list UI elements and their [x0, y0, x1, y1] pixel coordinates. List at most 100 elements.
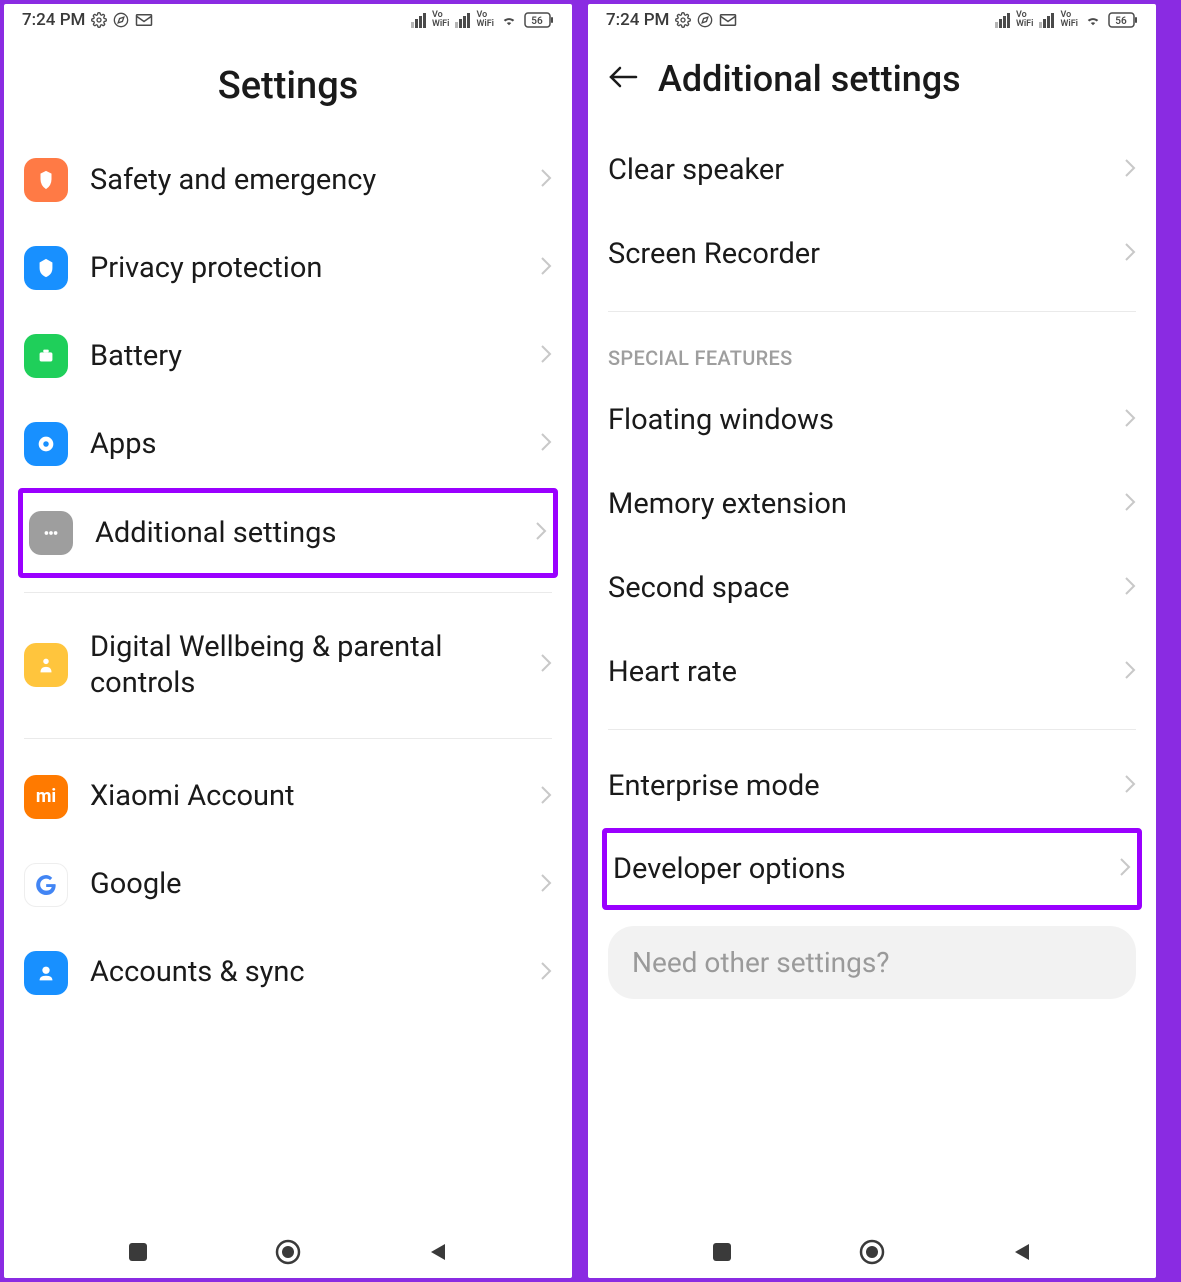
highlight-box: Additional settings [18, 488, 558, 578]
item-label: Xiaomi Account [90, 778, 532, 814]
chevron-right-icon [1124, 774, 1136, 798]
chevron-right-icon [535, 521, 547, 545]
signal-icon [1039, 13, 1054, 28]
chevron-right-icon [540, 168, 552, 192]
settings-item-safety[interactable]: Safety and emergency [24, 136, 552, 224]
chevron-right-icon [540, 256, 552, 280]
google-icon [24, 863, 68, 907]
item-label: Google [90, 866, 532, 902]
chevron-right-icon [1124, 492, 1136, 516]
phone-right: 7:24 PM VoWiFi VoWiFi 56 Additional sett… [588, 4, 1156, 1278]
vowifi-icon: VoWiFi [1060, 11, 1078, 29]
svg-text:56: 56 [1115, 16, 1127, 27]
signal-icon [995, 13, 1010, 28]
battery-icon: 56 [1108, 12, 1138, 28]
divider [608, 311, 1136, 312]
nav-back[interactable] [1011, 1241, 1033, 1263]
item-second-space[interactable]: Second space [608, 546, 1136, 630]
vowifi-icon: VoWiFi [476, 11, 494, 29]
item-label: Battery [90, 338, 532, 374]
privacy-icon [24, 246, 68, 290]
settings-item-additional[interactable]: Additional settings [25, 493, 551, 573]
chevron-right-icon [540, 432, 552, 456]
status-bar: 7:24 PM VoWiFi VoWiFi 56 [4, 4, 572, 34]
battery-icon: 56 [524, 12, 554, 28]
status-bar: 7:24 PM VoWiFi VoWiFi 56 [588, 4, 1156, 34]
item-label: Accounts & sync [90, 954, 532, 990]
vowifi-icon: VoWiFi [432, 11, 450, 29]
chevron-right-icon [540, 785, 552, 809]
chevron-right-icon [1119, 857, 1131, 881]
battery-setting-icon [24, 334, 68, 378]
back-button[interactable] [608, 65, 638, 93]
chevron-right-icon [540, 344, 552, 368]
chevron-right-icon [1124, 408, 1136, 432]
nav-recents[interactable] [127, 1241, 149, 1263]
nav-home[interactable] [858, 1238, 886, 1266]
item-enterprise-mode[interactable]: Enterprise mode [608, 744, 1136, 828]
item-label: Additional settings [95, 515, 527, 551]
xiaomi-icon: mi [24, 775, 68, 819]
wellbeing-icon [24, 643, 68, 687]
chevron-right-icon [1124, 660, 1136, 684]
item-label: Floating windows [608, 402, 1116, 438]
wifi-icon [1084, 13, 1102, 27]
highlight-box: Developer options [602, 828, 1142, 910]
settings-item-xiaomi[interactable]: mi Xiaomi Account [24, 753, 552, 841]
item-label: Privacy protection [90, 250, 532, 286]
page-title: Settings [24, 34, 552, 136]
chevron-right-icon [1124, 576, 1136, 600]
status-time: 7:24 PM [22, 10, 85, 30]
chevron-right-icon [540, 961, 552, 985]
wifi-icon [500, 13, 518, 27]
accounts-icon [24, 951, 68, 995]
gear-icon [91, 12, 107, 28]
gear-icon [675, 12, 691, 28]
chevron-right-icon [1124, 158, 1136, 182]
chevron-right-icon [540, 653, 552, 677]
item-developer-options[interactable]: Developer options [609, 833, 1135, 905]
divider [24, 592, 552, 593]
nav-back[interactable] [427, 1241, 449, 1263]
settings-item-google[interactable]: Google [24, 841, 552, 929]
nav-recents[interactable] [711, 1241, 733, 1263]
item-label: Safety and emergency [90, 162, 532, 198]
chevron-right-icon [1124, 242, 1136, 266]
item-label: Clear speaker [608, 152, 1116, 188]
item-memory-extension[interactable]: Memory extension [608, 462, 1136, 546]
mail-icon [135, 13, 153, 27]
item-label: Screen Recorder [608, 236, 1116, 272]
item-floating-windows[interactable]: Floating windows [608, 378, 1136, 462]
search-hint[interactable]: Need other settings? [608, 926, 1136, 999]
vowifi-icon: VoWiFi [1016, 11, 1034, 29]
section-header: SPECIAL FEATURES [608, 326, 1136, 378]
settings-item-privacy[interactable]: Privacy protection [24, 224, 552, 312]
nav-home[interactable] [274, 1238, 302, 1266]
additional-icon [29, 511, 73, 555]
mail-icon [719, 13, 737, 27]
item-label: Heart rate [608, 654, 1116, 690]
nav-bar [588, 1220, 1156, 1278]
signal-icon [411, 13, 426, 28]
svg-text:56: 56 [531, 16, 543, 27]
signal-icon [455, 13, 470, 28]
nav-bar [4, 1220, 572, 1278]
compass-icon [697, 12, 713, 28]
item-label: Developer options [613, 851, 1111, 887]
item-label: Enterprise mode [608, 768, 1116, 804]
settings-item-wellbeing[interactable]: Digital Wellbeing & parental controls [24, 607, 552, 724]
item-label: Apps [90, 426, 532, 462]
item-label: Digital Wellbeing & parental controls [90, 629, 532, 702]
settings-item-accounts[interactable]: Accounts & sync [24, 929, 552, 1017]
settings-item-battery[interactable]: Battery [24, 312, 552, 400]
item-clear-speaker[interactable]: Clear speaker [608, 128, 1136, 212]
apps-icon [24, 422, 68, 466]
item-heart-rate[interactable]: Heart rate [608, 630, 1136, 714]
chevron-right-icon [540, 873, 552, 897]
settings-item-apps[interactable]: Apps [24, 400, 552, 488]
item-screen-recorder[interactable]: Screen Recorder [608, 212, 1136, 296]
divider [608, 729, 1136, 730]
compass-icon [113, 12, 129, 28]
page-title: Additional settings [658, 58, 961, 100]
item-label: Memory extension [608, 486, 1116, 522]
